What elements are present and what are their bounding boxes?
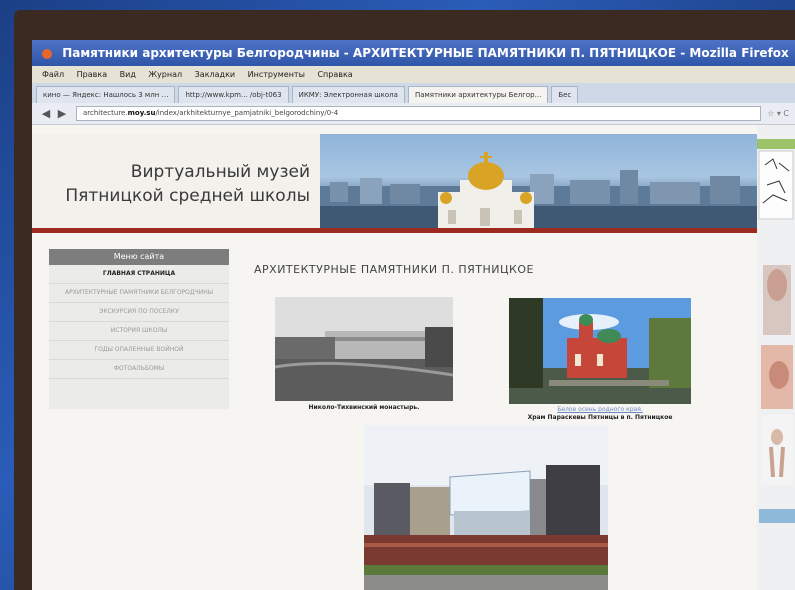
page-content: Виртуальный музей Пятницкой средней школ… [32,125,795,590]
tab-kpm[interactable]: http://www.kpm... /obj-t063 [178,86,289,103]
site-menu: Меню сайта ГЛАВНАЯ СТРАНИЦА АРХИТЕКТУРНЫ… [49,249,229,409]
menu-bookmarks[interactable]: Закладки [195,70,235,79]
url-domain: moy.su [127,109,156,117]
page-title: АРХИТЕКТУРНЫЕ ПАМЯТНИКИ П. ПЯТНИЦКОЕ [254,263,534,276]
navigation-bar: ◀ ▶ architecture.moy.su/index/arkhitektu… [32,103,795,125]
menu-item-school-history[interactable]: ИСТОРИЯ ШКОЛЫ [49,322,229,341]
church-photo[interactable] [509,298,691,404]
menu-history[interactable]: Журнал [148,70,182,79]
menu-item-excursion[interactable]: ЭКСКУРСИЯ ПО ПОСЕЛКУ [49,303,229,322]
site-title-line2: Пятницкой средней школы [65,186,310,206]
forward-icon[interactable]: ▶ [54,107,70,120]
url-prefix: architecture. [83,109,128,117]
menu-bar: Файл Правка Вид Журнал Закладки Инструме… [32,66,795,83]
site-title: Виртуальный музей Пятницкой средней школ… [32,134,320,228]
site-menu-header: Меню сайта [49,249,229,265]
reload-icon[interactable]: ☆ ▾ C [767,109,789,118]
menu-file[interactable]: Файл [42,70,64,79]
menu-item-photo-albums[interactable]: ФОТОАЛЬБОМЫ [49,360,229,379]
menu-item-monuments[interactable]: АРХИТЕКТУРНЫЕ ПАМЯТНИКИ БЕЛГОРОДЧИНЫ [49,284,229,303]
back-icon[interactable]: ◀ [38,107,54,120]
tab-school[interactable]: ИКМУ: Электронная школа [291,86,405,103]
tab-bar: кино — Яндекс: Нашлось 3 млн … http://ww… [32,83,795,103]
firefox-icon [42,48,52,59]
church-photo-link[interactable]: Белое осень родного края. [502,406,698,413]
url-path: /index/arkhitekturnye_pamjatniki_belgoro… [155,109,339,117]
menu-edit[interactable]: Правка [77,70,107,79]
monastery-caption: Николо-Тихвинский монастырь. [308,404,420,411]
menu-item-home[interactable]: ГЛАВНАЯ СТРАНИЦА [49,265,229,284]
address-bar[interactable]: architecture.moy.su/index/arkhitekturnye… [76,106,762,121]
menu-item-war-years[interactable]: ГОДЫ ОПАЛЕННЫЕ ВОЙНОЙ [49,341,229,360]
menu-help[interactable]: Справка [317,70,352,79]
site-banner: Виртуальный музей Пятницкой средней школ… [32,134,757,228]
menu-view[interactable]: Вид [120,70,136,79]
browser-window: Памятники архитектуры Белгородчины - АРХ… [32,40,795,590]
building-photo[interactable] [364,425,608,590]
right-side-panel [757,125,795,590]
site-title-line1: Виртуальный музей [130,162,310,182]
menu-tools[interactable]: Инструменты [248,70,305,79]
window-titlebar: Памятники архитектуры Белгородчины - АРХ… [32,40,795,66]
tab-monuments[interactable]: Памятники архитектуры Белгор... [407,86,549,103]
tab-other[interactable]: Бес [551,86,579,103]
cathedral-banner-image [320,134,757,228]
church-caption: Храм Параскевы Пятницы в п. Пятницкое [527,414,673,421]
monastery-photo[interactable] [275,297,453,401]
window-title: Памятники архитектуры Белгородчины - АРХ… [62,46,789,60]
banner-divider [32,228,757,233]
tab-yandex[interactable]: кино — Яндекс: Нашлось 3 млн … [36,86,176,103]
